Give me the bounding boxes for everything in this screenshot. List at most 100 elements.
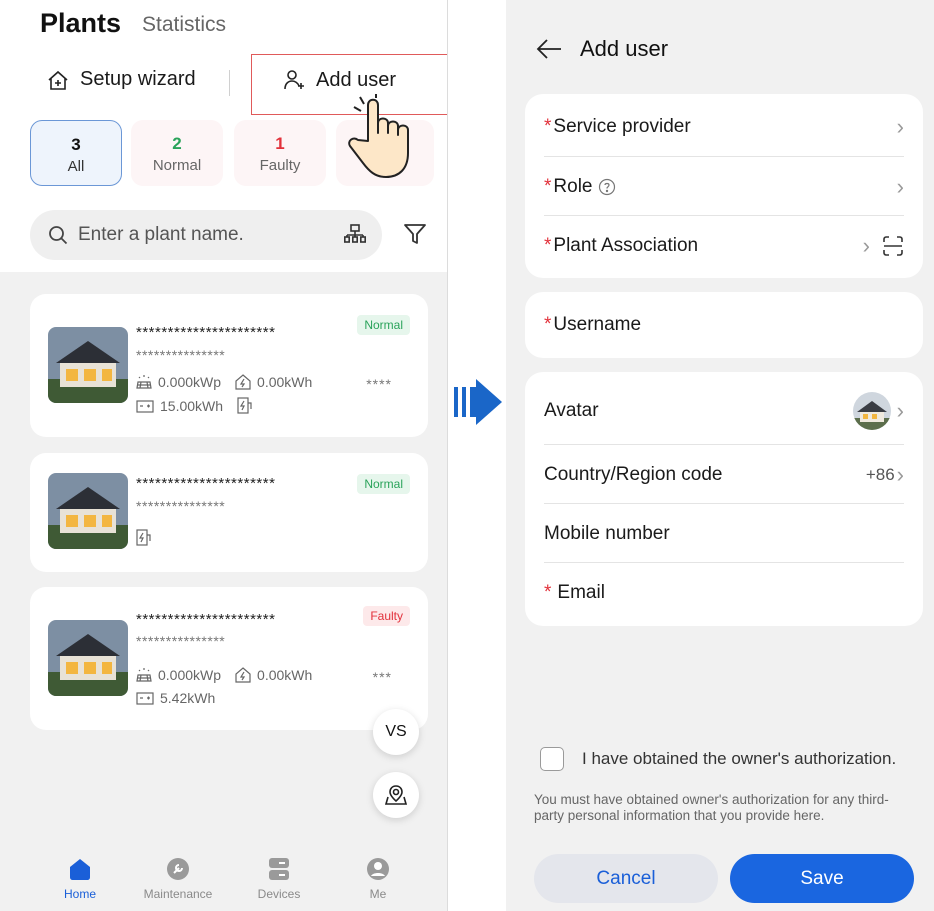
nav-me[interactable]: Me — [328, 856, 428, 901]
form-group-username: * Username — [525, 292, 923, 358]
save-button[interactable]: Save — [730, 854, 914, 903]
battery-icon — [136, 400, 154, 413]
energy-value: 0.00kWh — [257, 374, 313, 390]
page-title: Add user — [580, 36, 669, 61]
next-step-arrow-icon — [454, 379, 502, 425]
metric-row: 5.42kWh — [136, 690, 229, 706]
capacity-value: 0.000kWp — [158, 667, 222, 683]
role-row[interactable]: * Role › — [544, 170, 904, 204]
required-marker: * — [544, 116, 552, 137]
chevron-right-icon: › — [862, 233, 870, 258]
plant-address: *************** — [136, 633, 226, 649]
required-marker: * — [544, 235, 552, 256]
mobile-number-label: Mobile number — [544, 523, 670, 544]
tab-statistics[interactable]: Statistics — [142, 13, 226, 37]
action-divider — [229, 70, 230, 96]
help-icon[interactable] — [598, 178, 616, 196]
capacity-metric: 0.000kWp — [136, 374, 221, 390]
battery-metric: 15.00kWh — [136, 398, 223, 414]
capacity-metric: 0.000kWp — [136, 667, 221, 683]
divider — [544, 562, 904, 563]
form-group-contact: Avatar › Country/Region code +86 › Mobil… — [525, 372, 923, 626]
role-label: Role — [553, 176, 593, 197]
country-code-label: Country/Region code — [544, 464, 723, 485]
plant-card[interactable]: ********************** *************** N… — [30, 453, 428, 572]
person-icon — [367, 858, 389, 880]
plant-search-input[interactable]: Enter a plant name. — [30, 210, 382, 260]
setup-wizard-button[interactable]: Setup wizard — [46, 68, 196, 91]
screen: Plants Statistics Setup wizard Add user … — [0, 0, 934, 911]
nav-devices[interactable]: Devices — [229, 856, 329, 901]
count-faulty: 1 — [275, 134, 285, 153]
chevron-right-icon: › — [896, 174, 904, 199]
plant-name: ********************** — [136, 611, 276, 628]
avatar-row[interactable]: Avatar › — [544, 392, 904, 430]
scan-icon[interactable] — [882, 235, 904, 257]
status-badge: Normal — [357, 315, 410, 335]
home-plus-icon — [48, 70, 68, 90]
status-badge: Faulty — [363, 606, 410, 626]
energy-icon — [235, 374, 251, 390]
energy-icon — [235, 667, 251, 683]
plant-thumbnail — [48, 473, 128, 549]
nav-home[interactable]: Home — [30, 856, 130, 901]
filter-faulty[interactable]: 1 Faulty — [234, 120, 326, 186]
required-marker: * — [544, 582, 552, 603]
energy-value: 0.00kWh — [257, 667, 313, 683]
header: Add user — [536, 36, 668, 62]
email-label: Email — [557, 582, 605, 603]
battery-value: 15.00kWh — [160, 398, 224, 414]
nav-me-label: Me — [369, 887, 387, 901]
plant-card[interactable]: ********************** *************** F… — [30, 587, 428, 730]
username-field[interactable]: * Username — [544, 308, 904, 342]
nav-maintenance-label: Maintenance — [143, 887, 213, 901]
label-all: All — [67, 158, 85, 175]
filter-icon[interactable] — [402, 221, 428, 247]
add-user-screen: Add user * Service provider › * Role › *… — [506, 0, 934, 911]
nav-devices-label: Devices — [257, 887, 301, 901]
masked-value: **** — [366, 376, 392, 392]
cancel-button[interactable]: Cancel — [534, 854, 718, 903]
plant-address: *************** — [136, 498, 226, 514]
country-code-row[interactable]: Country/Region code +86 › — [544, 458, 904, 492]
chevron-right-icon: › — [896, 462, 904, 487]
plant-name: ********************** — [136, 475, 276, 492]
page-title: Plants — [40, 8, 122, 38]
plant-association-row[interactable]: * Plant Association › — [544, 229, 904, 263]
divider — [544, 503, 904, 504]
chevron-right-icon: › — [896, 114, 904, 139]
map-button[interactable] — [373, 772, 419, 818]
setup-wizard-label: Setup wizard — [80, 68, 196, 90]
chevron-right-icon: › — [896, 398, 904, 423]
nav-maintenance[interactable]: Maintenance — [128, 856, 228, 901]
devices-icon — [269, 858, 289, 880]
add-user-button[interactable]: Add user — [282, 68, 396, 92]
metric-row: 15.00kWh — [136, 397, 253, 415]
search-icon — [49, 226, 68, 245]
plant-thumbnail — [48, 327, 128, 403]
filter-normal[interactable]: 2 Normal — [131, 120, 223, 186]
email-field[interactable]: * Email — [544, 576, 904, 610]
authorization-consent[interactable]: I have obtained the owner's authorizatio… — [540, 747, 896, 771]
mobile-number-field[interactable]: Mobile number — [544, 517, 904, 551]
authorization-label: I have obtained the owner's authorizatio… — [582, 749, 897, 768]
service-provider-row[interactable]: * Service provider › — [544, 110, 904, 144]
avatar — [852, 392, 891, 430]
plant-card[interactable]: ********************** *************** N… — [30, 294, 428, 437]
charger-icon — [237, 397, 252, 414]
wrench-icon — [167, 858, 189, 880]
pointing-hand-icon — [348, 94, 409, 178]
compare-button[interactable]: VS — [373, 709, 419, 755]
authorization-checkbox[interactable] — [540, 747, 564, 771]
user-plus-icon — [284, 70, 304, 90]
map-pin-icon — [384, 785, 408, 805]
back-arrow-icon[interactable] — [536, 38, 562, 60]
hierarchy-icon[interactable] — [344, 223, 366, 245]
authorization-note: You must have obtained owner's authoriza… — [534, 792, 889, 823]
battery-icon — [136, 692, 154, 705]
label-faulty: Faulty — [259, 157, 301, 174]
avatar-label: Avatar — [544, 400, 599, 421]
required-marker: * — [544, 176, 552, 197]
metric-row: 0.000kWp 0.00kWh — [136, 374, 326, 390]
filter-all[interactable]: 3 All — [30, 120, 122, 186]
